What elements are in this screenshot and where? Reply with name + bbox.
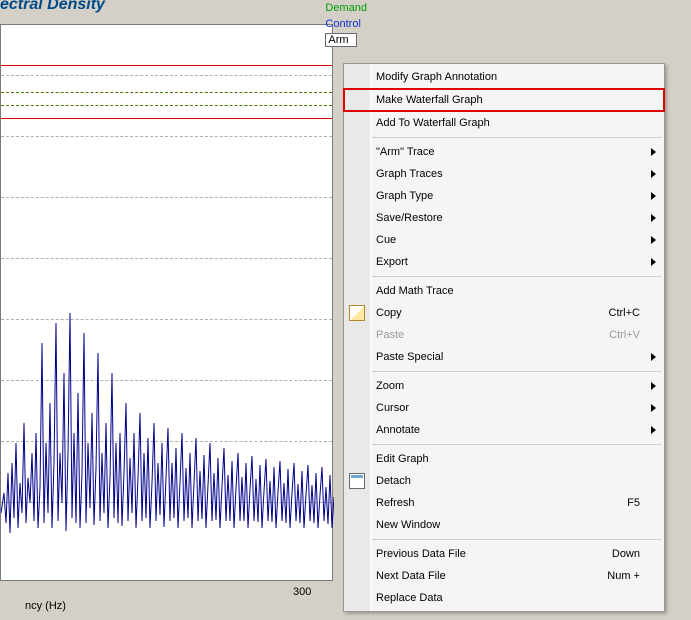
- spectral-plot[interactable]: [0, 24, 333, 581]
- menu-label: Refresh: [376, 497, 415, 509]
- x-axis-label: ncy (Hz): [25, 600, 66, 612]
- menu-arm-trace[interactable]: "Arm" Trace: [344, 141, 664, 163]
- menu-zoom[interactable]: Zoom: [344, 375, 664, 397]
- menu-label: Modify Graph Annotation: [376, 71, 497, 83]
- submenu-arrow-icon: [651, 214, 656, 222]
- legend-control[interactable]: Control: [325, 16, 367, 32]
- menu-label: Replace Data: [376, 592, 443, 604]
- menu-label: Detach: [376, 475, 411, 487]
- menu-separator: [372, 137, 662, 138]
- menu-label: Annotate: [376, 424, 420, 436]
- menu-shortcut: Num +: [607, 565, 640, 587]
- menu-label: Next Data File: [376, 570, 446, 582]
- menu-shortcut: Down: [612, 543, 640, 565]
- menu-label: Add To Waterfall Graph: [376, 117, 490, 129]
- menu-cursor[interactable]: Cursor: [344, 397, 664, 419]
- menu-label: Paste Special: [376, 351, 443, 363]
- menu-label: Paste: [376, 329, 404, 341]
- menu-paste-special[interactable]: Paste Special: [344, 346, 664, 368]
- detach-icon: [349, 473, 365, 489]
- menu-label: Save/Restore: [376, 212, 443, 224]
- menu-edit-graph[interactable]: Edit Graph: [344, 448, 664, 470]
- menu-label: Cursor: [376, 402, 409, 414]
- menu-detach[interactable]: Detach: [344, 470, 664, 492]
- x-tick-300: 300: [293, 586, 311, 598]
- page-title: ectral Density: [0, 0, 105, 14]
- menu-label: Previous Data File: [376, 548, 466, 560]
- menu-label: Add Math Trace: [376, 285, 454, 297]
- submenu-arrow-icon: [651, 404, 656, 412]
- menu-label: "Arm" Trace: [376, 146, 435, 158]
- menu-graph-traces[interactable]: Graph Traces: [344, 163, 664, 185]
- submenu-arrow-icon: [651, 192, 656, 200]
- menu-export[interactable]: Export: [344, 251, 664, 273]
- menu-label: Zoom: [376, 380, 404, 392]
- submenu-arrow-icon: [651, 148, 656, 156]
- menu-separator: [372, 276, 662, 277]
- menu-separator: [372, 539, 662, 540]
- menu-shortcut: Ctrl+C: [609, 302, 640, 324]
- legend-demand[interactable]: Demand: [325, 0, 367, 16]
- submenu-arrow-icon: [651, 258, 656, 266]
- legend-arm[interactable]: Arm: [325, 33, 357, 47]
- menu-label: Graph Traces: [376, 168, 443, 180]
- menu-next-data-file[interactable]: Next Data File Num +: [344, 565, 664, 587]
- arm-trace: [1, 23, 334, 580]
- menu-add-math-trace[interactable]: Add Math Trace: [344, 280, 664, 302]
- menu-refresh[interactable]: Refresh F5: [344, 492, 664, 514]
- menu-label: Cue: [376, 234, 396, 246]
- menu-label: Edit Graph: [376, 453, 429, 465]
- menu-label: New Window: [376, 519, 440, 531]
- menu-label: Export: [376, 256, 408, 268]
- menu-label: Make Waterfall Graph: [376, 94, 483, 106]
- menu-shortcut: F5: [627, 492, 640, 514]
- menu-modify-annotation[interactable]: Modify Graph Annotation: [344, 66, 664, 88]
- menu-save-restore[interactable]: Save/Restore: [344, 207, 664, 229]
- menu-graph-type[interactable]: Graph Type: [344, 185, 664, 207]
- submenu-arrow-icon: [651, 353, 656, 361]
- app-stage: ectral Density 300 ncy (Hz) Demand Contr…: [0, 0, 691, 620]
- menu-new-window[interactable]: New Window: [344, 514, 664, 536]
- menu-shortcut: Ctrl+V: [609, 324, 640, 346]
- submenu-arrow-icon: [651, 236, 656, 244]
- submenu-arrow-icon: [651, 426, 656, 434]
- menu-annotate[interactable]: Annotate: [344, 419, 664, 441]
- menu-cue[interactable]: Cue: [344, 229, 664, 251]
- menu-replace-data[interactable]: Replace Data: [344, 587, 664, 609]
- menu-label: Copy: [376, 307, 402, 319]
- menu-prev-data-file[interactable]: Previous Data File Down: [344, 543, 664, 565]
- menu-copy[interactable]: Copy Ctrl+C: [344, 302, 664, 324]
- menu-paste: Paste Ctrl+V: [344, 324, 664, 346]
- copy-icon: [349, 305, 365, 321]
- menu-add-waterfall[interactable]: Add To Waterfall Graph: [344, 112, 664, 134]
- menu-label: Graph Type: [376, 190, 433, 202]
- submenu-arrow-icon: [651, 382, 656, 390]
- submenu-arrow-icon: [651, 170, 656, 178]
- menu-separator: [372, 371, 662, 372]
- legend: Demand Control Arm: [325, 0, 367, 48]
- context-menu: Modify Graph Annotation Make Waterfall G…: [343, 63, 665, 612]
- menu-make-waterfall[interactable]: Make Waterfall Graph: [343, 88, 665, 112]
- menu-separator: [372, 444, 662, 445]
